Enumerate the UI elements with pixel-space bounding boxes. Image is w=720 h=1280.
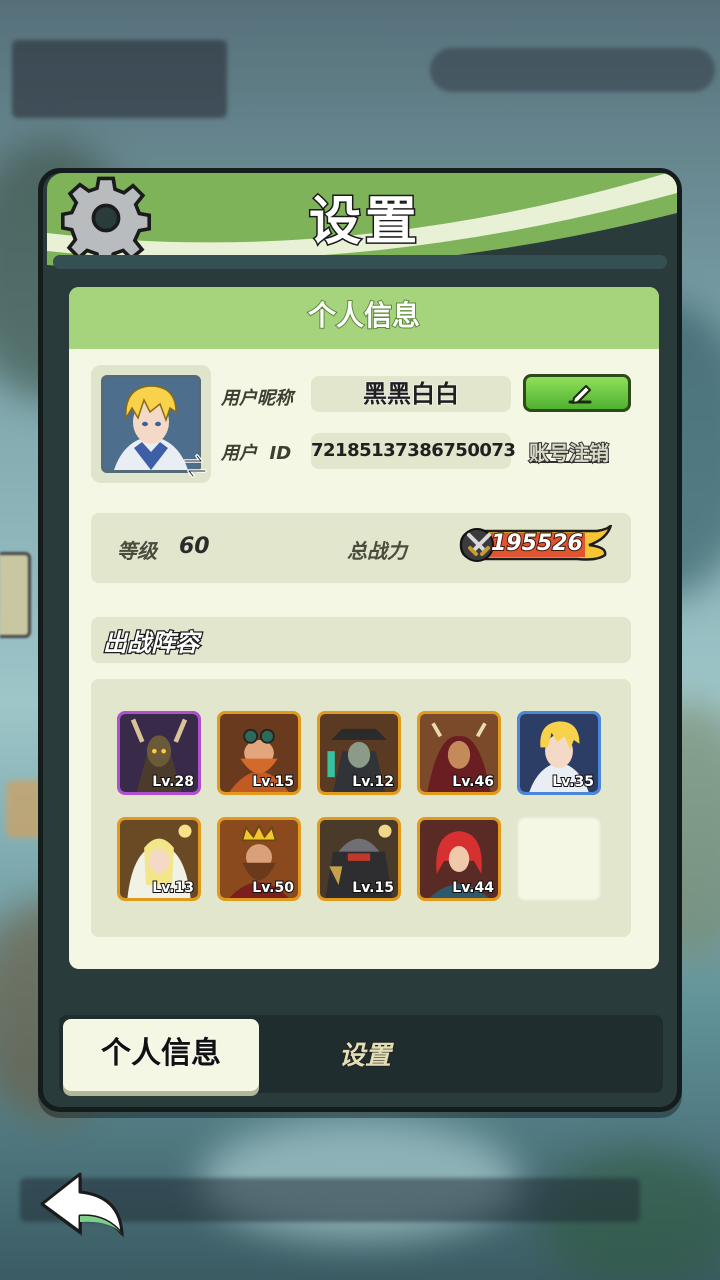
- hero-level: Lv.12: [351, 773, 395, 791]
- tab-bar: 个人信息 设置: [59, 1015, 663, 1093]
- hero-level: Lv.35: [551, 773, 595, 791]
- nickname-label: 用户昵称: [221, 388, 293, 409]
- hero-slot-1[interactable]: Lv.28: [117, 711, 201, 795]
- lineup-header: 出战阵容: [91, 617, 631, 663]
- hero-level: Lv.46: [451, 773, 495, 791]
- power-value: 195526: [490, 530, 584, 557]
- hero-level: Lv.44: [451, 879, 495, 897]
- level-label: 等级: [117, 539, 157, 563]
- profile-card: 个人信息 用户昵称 黑黑白白 用户 ID 72185137386750073 账…: [69, 287, 659, 969]
- user-id-label: 用户 ID: [221, 443, 292, 464]
- hero-slot-2[interactable]: Lv.15: [217, 711, 301, 795]
- crossed-swords-icon: [467, 533, 491, 556]
- hero-slot-empty[interactable]: [517, 817, 601, 901]
- lineup-title: 出战阵容: [102, 628, 201, 659]
- panel-title: 设置: [307, 191, 421, 254]
- level-value: 60: [179, 534, 210, 559]
- user-id-field: 72185137386750073: [311, 433, 516, 469]
- cancel-account-link[interactable]: 账号注销: [528, 437, 610, 466]
- pencil-icon: [568, 385, 592, 404]
- hero-slot-7[interactable]: Lv.50: [217, 817, 301, 901]
- settings-panel: 设置 个人信息 用户昵称 黑黑白白 用户 ID 7218513738675007…: [38, 168, 682, 1112]
- hero-level: Lv.15: [351, 879, 395, 897]
- tab-settings[interactable]: 设置: [338, 1035, 392, 1072]
- hero-slot-6[interactable]: Lv.13: [117, 817, 201, 901]
- hero-slot-8[interactable]: Lv.15: [317, 817, 401, 901]
- edit-nickname-button[interactable]: [523, 374, 631, 412]
- lineup-grid: Lv.28 Lv.15 Lv.12 Lv.46 Lv.35 Lv.13 Lv.5…: [91, 679, 631, 937]
- hero-level: Lv.28: [151, 773, 195, 791]
- tab-profile[interactable]: 个人信息: [63, 1019, 259, 1091]
- hero-level: Lv.15: [251, 773, 295, 791]
- back-arrow-icon[interactable]: [36, 1170, 132, 1242]
- hero-slot-4[interactable]: Lv.46: [417, 711, 501, 795]
- power-label: 总战力: [347, 539, 407, 563]
- swap-arrows-icon[interactable]: [181, 453, 209, 479]
- nickname-field: 黑黑白白: [311, 376, 511, 412]
- card-title: 个人信息: [69, 287, 659, 349]
- stats-bar: 等级 60 总战力 195526: [91, 513, 631, 583]
- hero-slot-3[interactable]: Lv.12: [317, 711, 401, 795]
- hero-slot-9[interactable]: Lv.44: [417, 817, 501, 901]
- avatar-frame[interactable]: [91, 365, 211, 483]
- hero-slot-5[interactable]: Lv.35: [517, 711, 601, 795]
- hero-level: Lv.50: [251, 879, 295, 897]
- hero-level: Lv.13: [151, 879, 195, 897]
